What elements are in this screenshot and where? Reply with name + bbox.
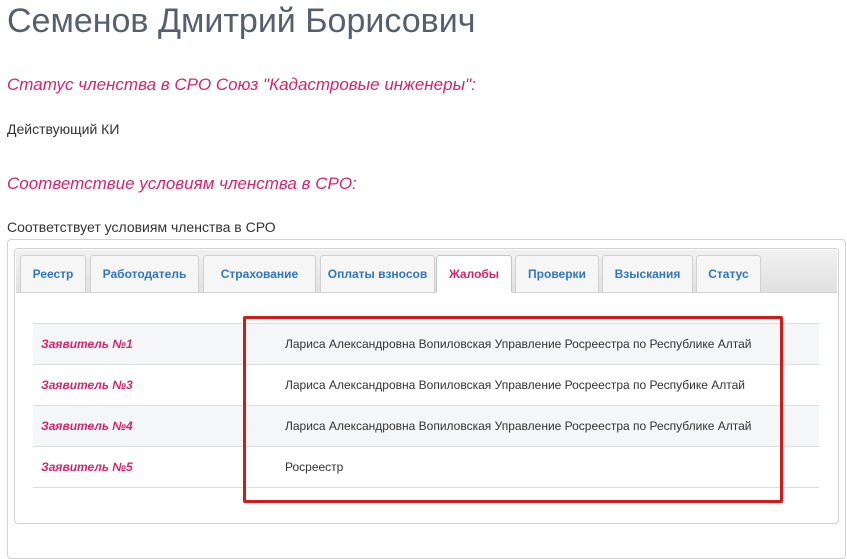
applicant-label: Заявитель №4 bbox=[33, 405, 277, 447]
tab-bar: Реестр Работодатель Страхование Оплаты в… bbox=[16, 250, 837, 293]
membership-status-heading: Статус членства в СРО Союз "Кадастровые … bbox=[7, 75, 476, 94]
applicant-label: Заявитель №5 bbox=[33, 446, 277, 488]
complaint-details: Росреестр bbox=[277, 446, 819, 488]
applicant-label: Заявитель №3 bbox=[33, 364, 277, 406]
tab-inspections[interactable]: Проверки bbox=[515, 255, 599, 292]
tab-status[interactable]: Статус bbox=[696, 255, 761, 292]
tab-employer[interactable]: Работодатель bbox=[90, 255, 199, 292]
tab-insurance[interactable]: Страхование bbox=[203, 255, 316, 292]
tab-registry[interactable]: Реестр bbox=[20, 255, 86, 292]
table-row: Заявитель №5 Росреестр bbox=[33, 446, 819, 488]
compliance-heading: Соответствие условиям членства в СРО: bbox=[7, 174, 357, 193]
complaint-details: Лариса Александровна Вопиловская Управле… bbox=[277, 405, 819, 447]
complaint-details: Лариса Александровна Вопиловская Управле… bbox=[277, 364, 819, 406]
compliance-value: Соответствует условиям членства в СРО bbox=[7, 219, 276, 235]
tab-penalties[interactable]: Взыскания bbox=[602, 255, 693, 292]
table-row: Заявитель №1 Лариса Александровна Вопило… bbox=[33, 323, 819, 365]
complaint-details: Лариса Александровна Вопиловская Управле… bbox=[277, 323, 819, 365]
applicant-label: Заявитель №1 bbox=[33, 323, 277, 365]
tab-complaints[interactable]: Жалобы bbox=[436, 255, 512, 293]
complaints-table: Заявитель №1 Лариса Александровна Вопило… bbox=[33, 323, 819, 488]
table-row: Заявитель №4 Лариса Александровна Вопило… bbox=[33, 405, 819, 447]
membership-status-value: Действующий КИ bbox=[7, 121, 120, 137]
tab-fee-payments[interactable]: Оплаты взносов bbox=[320, 255, 435, 292]
page-title: Семенов Дмитрий Борисович bbox=[7, 2, 476, 40]
table-row: Заявитель №3 Лариса Александровна Вопило… bbox=[33, 364, 819, 406]
